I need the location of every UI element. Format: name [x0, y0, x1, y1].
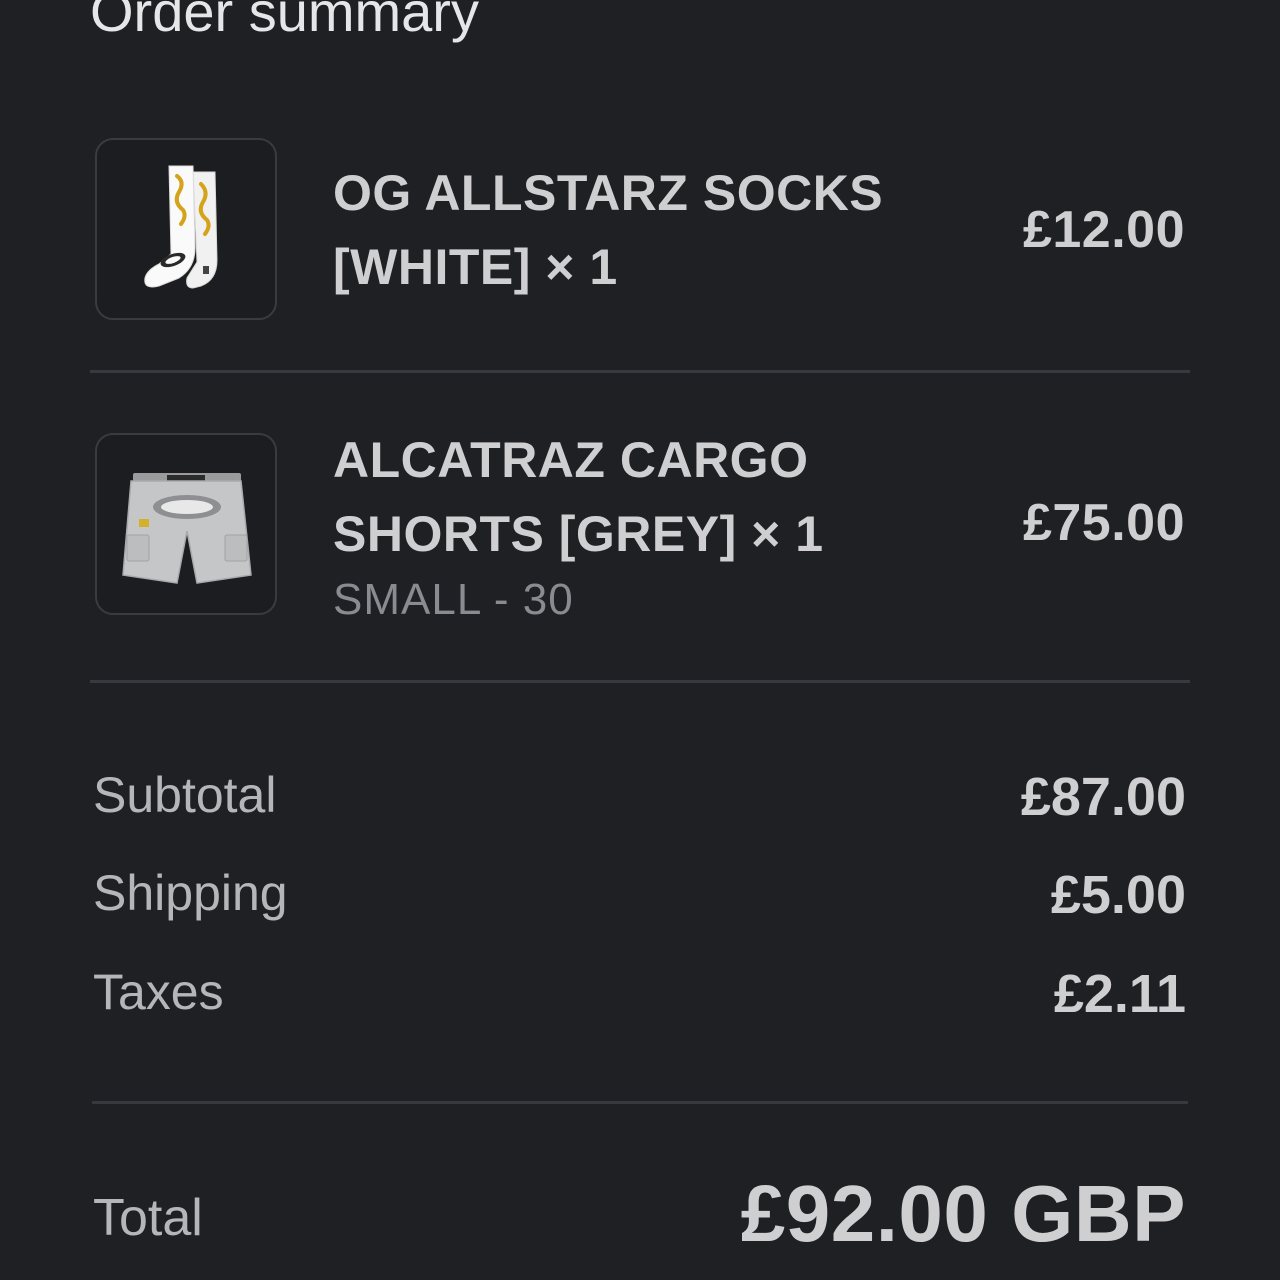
shipping-row: Shipping £5.00: [93, 864, 1186, 925]
divider: [90, 370, 1190, 373]
subtotal-label: Subtotal: [93, 767, 277, 823]
shorts-image: [122, 473, 252, 584]
order-item: ALCATRAZ CARGO SHORTS [GREY] × 1 SMALL -…: [95, 432, 1185, 624]
shipping-value: £5.00: [1050, 865, 1186, 925]
subtotal-row: Subtotal £87.00: [93, 766, 1186, 827]
total-value: £92.00 GBP: [740, 1169, 1186, 1258]
total-label: Total: [93, 1189, 203, 1247]
socks-thumbnail: [95, 138, 277, 320]
item-name: OG ALLSTARZ SOCKS [WHITE] × 1: [333, 165, 884, 295]
divider: [92, 1101, 1188, 1104]
item-price: £75.00: [1022, 494, 1185, 552]
taxes-value: £2.11: [1053, 964, 1186, 1024]
shipping-label: Shipping: [93, 865, 288, 921]
item-variant: SMALL - 30: [333, 575, 574, 624]
order-summary-page: Order summary OG ALLSTARZ SOCKS [WHITE] …: [0, 0, 1280, 1280]
socks-image: [144, 165, 218, 289]
order-item: OG ALLSTARZ SOCKS [WHITE] × 1 £12.00: [95, 138, 1185, 324]
taxes-row: Taxes £2.11: [93, 963, 1186, 1024]
shorts-thumbnail: [95, 433, 277, 615]
subtotal-value: £87.00: [1020, 767, 1186, 827]
taxes-label: Taxes: [93, 964, 224, 1020]
item-price: £12.00: [1022, 201, 1185, 259]
item-name: ALCATRAZ CARGO SHORTS [GREY] × 1: [333, 432, 824, 562]
divider: [90, 680, 1190, 683]
order-summary-title: Order summary: [90, 0, 479, 43]
